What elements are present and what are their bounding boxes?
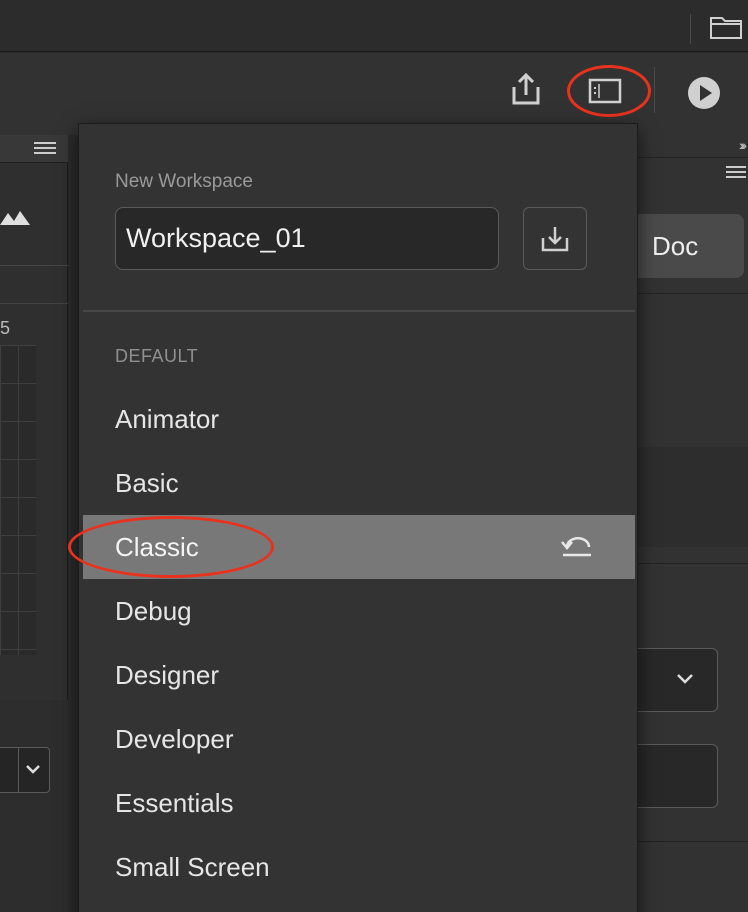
left-panel-divider (0, 303, 68, 304)
right-panel: ››› Doc (626, 135, 748, 912)
left-panel: 5 (0, 135, 68, 912)
play-icon (688, 77, 720, 109)
workspace-item-label: Small Screen (115, 851, 270, 882)
dropdown-divider (18, 748, 19, 792)
share-button[interactable] (504, 67, 548, 111)
tab-doc[interactable]: Doc (636, 214, 744, 278)
chevron-down-icon (677, 674, 693, 684)
new-workspace-input[interactable] (115, 207, 499, 270)
popup-divider (83, 310, 635, 312)
folder-icon (710, 17, 742, 39)
workspace-item-debug[interactable]: Debug (83, 579, 635, 643)
panel-menu-icon[interactable] (726, 165, 746, 179)
collapse-panel-icon[interactable]: ››› (739, 137, 747, 153)
topbar-divider (690, 14, 691, 44)
workspace-item-essentials[interactable]: Essentials (83, 771, 635, 835)
workspace-item-label: Designer (115, 659, 220, 690)
timeline-grid[interactable] (0, 345, 36, 655)
right-panel-divider (636, 157, 748, 158)
workspace-item-animator[interactable]: Animator (83, 387, 635, 451)
save-workspace-button[interactable] (523, 207, 587, 270)
workspace-item-label: Essentials (115, 787, 234, 818)
workspace-list: Animator Basic Classic Debug Designer De… (83, 387, 635, 899)
ruler-label: 5 (0, 318, 11, 338)
workspace-item-label: Basic (115, 467, 179, 498)
mountain-icon[interactable] (0, 205, 32, 229)
default-section-label: DEFAULT (115, 346, 199, 366)
reset-workspace-icon[interactable] (559, 533, 595, 559)
save-download-icon (541, 226, 569, 251)
workspace-item-developer[interactable]: Developer (83, 707, 635, 771)
right-panel-divider (636, 841, 748, 842)
app-window: 5 ››› Doc New Workspace Workspace_01 DEF… (0, 0, 748, 912)
right-dropdown[interactable] (626, 648, 718, 712)
left-dropdown[interactable] (0, 747, 50, 793)
new-workspace-label: New Workspace (115, 171, 253, 192)
workspace-item-basic[interactable]: Basic (83, 451, 635, 515)
left-panel-divider (0, 265, 68, 266)
top-menu-bar (0, 0, 748, 52)
test-movie-button[interactable] (682, 71, 726, 115)
annotation-ring-workspace (567, 65, 651, 117)
left-panel-header (0, 135, 68, 163)
workspace-item-small-screen[interactable]: Small Screen (83, 835, 635, 899)
annotation-ring-classic (68, 516, 274, 578)
panel-menu-icon[interactable] (34, 141, 56, 157)
chevron-down-icon (26, 765, 40, 774)
right-panel-divider (636, 563, 748, 564)
open-folder-button[interactable] (706, 10, 746, 44)
toolbar-divider (654, 67, 655, 113)
workspace-item-label: Animator (115, 403, 220, 434)
workspace-item-label: Developer (115, 723, 234, 754)
right-input-field[interactable] (626, 744, 718, 808)
workspace-item-designer[interactable]: Designer (83, 643, 635, 707)
right-panel-section (636, 447, 748, 547)
share-icon (512, 72, 540, 105)
left-lower-panel (0, 700, 68, 912)
right-panel-divider (636, 293, 748, 294)
workspace-item-label: Debug (115, 595, 192, 626)
